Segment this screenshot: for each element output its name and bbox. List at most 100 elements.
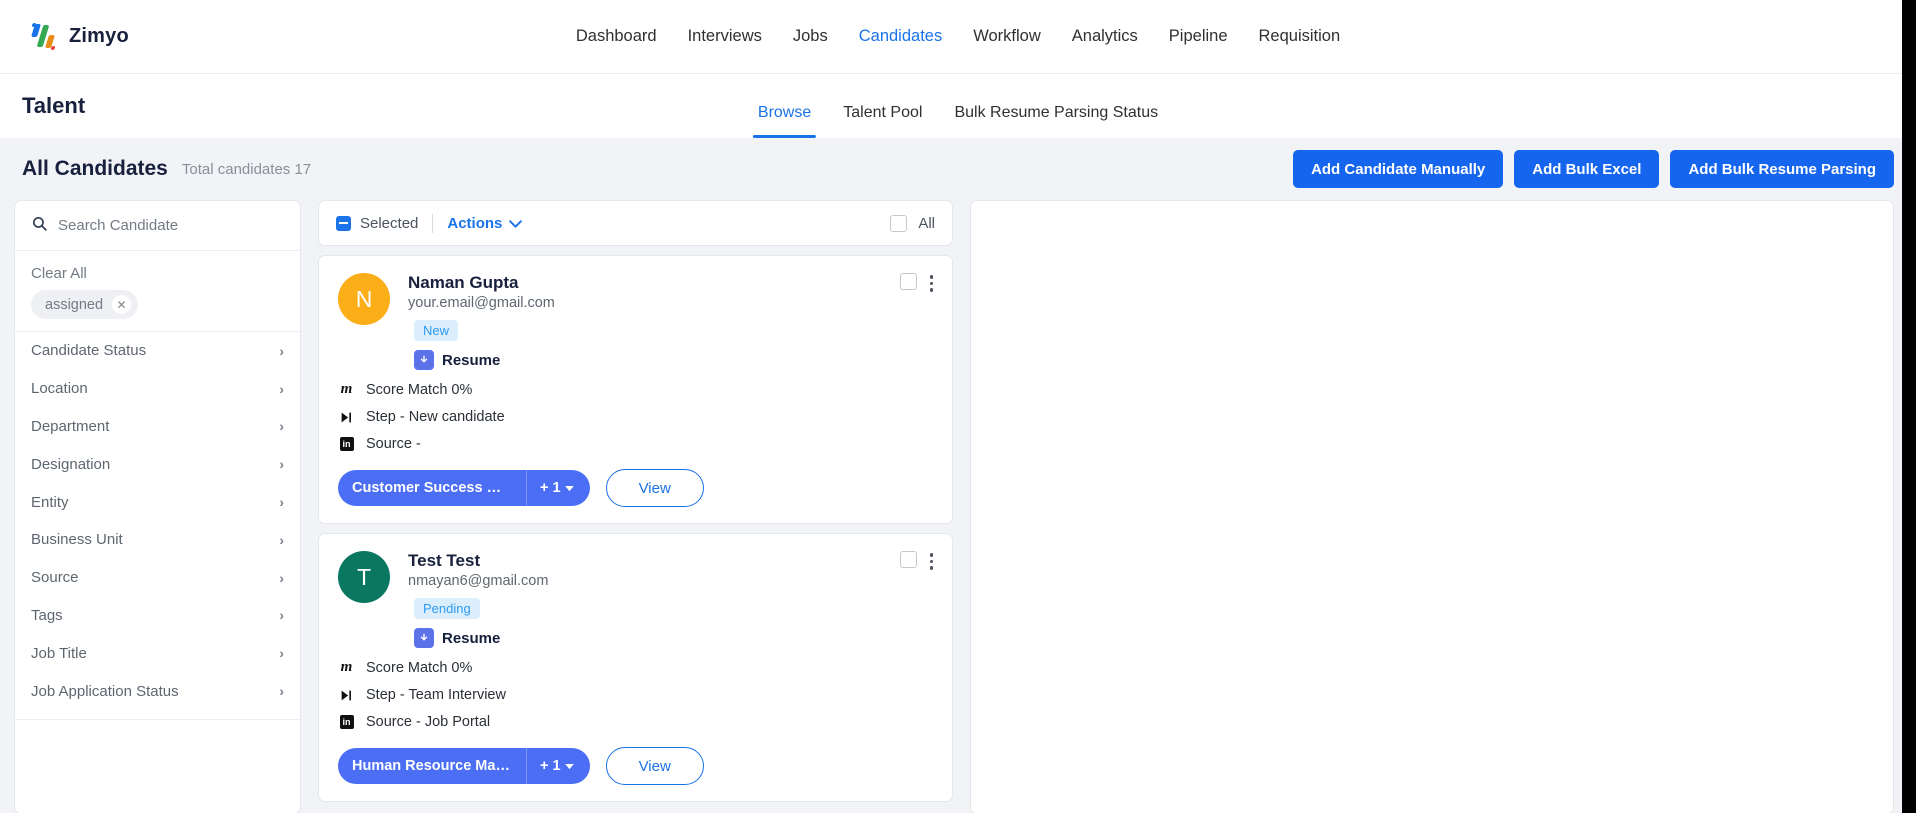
sidebar-filter-business-unit[interactable]: Business Unit › [15,521,300,559]
candidate-detail-panel [970,200,1894,813]
tab-browse[interactable]: Browse [752,104,817,138]
step-text: Step - New candidate [366,409,505,425]
card-header: N Naman Gupta your.email@gmail.com New R… [338,273,933,370]
chevron-right-icon: › [279,380,284,397]
filter-label: Source [31,569,79,587]
main-nav: Dashboard Interviews Jobs Candidates Wor… [576,27,1340,46]
job-tag-more-label: + 1 [540,480,561,496]
chevron-right-icon: › [279,342,284,359]
add-candidate-manually-button[interactable]: Add Candidate Manually [1293,150,1504,188]
sidebar-filter-tags[interactable]: Tags › [15,597,300,635]
chevron-right-icon: › [279,418,284,435]
more-options-icon[interactable] [929,551,933,570]
nav-item-requisition[interactable]: Requisition [1259,27,1341,46]
sub-navigation-bar: Talent Browse Talent Pool Bulk Resume Pa… [0,73,1916,138]
status-badge: New [414,320,459,341]
score-match-icon: m [340,381,353,397]
candidate-email: nmayan6@gmail.com [408,573,549,589]
source-text: Source - [366,436,421,452]
nav-item-analytics[interactable]: Analytics [1072,27,1138,46]
actions-dropdown[interactable]: Actions [447,215,523,232]
job-tag-more[interactable]: + 1 [526,470,590,506]
source-row: in Source - [338,436,933,452]
chevron-right-icon: › [279,683,284,700]
add-bulk-resume-parsing-button[interactable]: Add Bulk Resume Parsing [1670,150,1894,188]
select-all-checkbox[interactable] [890,214,908,232]
sidebar-filter-source[interactable]: Source › [15,559,300,597]
chevron-down-icon [509,215,523,232]
candidate-name: Test Test [408,551,481,570]
selected-label: Selected [360,214,419,232]
close-icon[interactable]: ✕ [112,295,132,314]
tab-talent-pool[interactable]: Talent Pool [843,104,922,138]
candidates-header: All Candidates Total candidates 17 Add C… [0,138,1916,200]
total-candidates-count: Total candidates 17 [181,160,312,178]
download-icon [414,628,434,648]
brand-name: Zimyo [69,25,129,47]
job-tag-pill[interactable]: Human Resource Manage... + 1 [338,748,590,784]
resume-download-link[interactable]: Resume [414,350,555,370]
step-icon [338,411,355,424]
job-tag-label[interactable]: Customer Success Manag... [338,470,526,506]
job-tag-more[interactable]: + 1 [526,748,590,784]
select-all-label: All [918,214,935,232]
score-match-text: Score Match 0% [366,381,473,398]
filter-chip-assigned[interactable]: assigned ✕ [31,290,139,319]
candidate-checkbox[interactable] [899,551,917,568]
more-options-icon[interactable] [929,273,933,292]
active-filter-chips: assigned ✕ [15,290,300,331]
nav-item-pipeline[interactable]: Pipeline [1169,27,1228,46]
main-content: Clear All assigned ✕ Candidate Status › … [0,200,1916,813]
job-tag-label[interactable]: Human Resource Manage... [338,748,526,784]
chevron-right-icon: › [279,645,284,662]
view-button[interactable]: View [605,469,704,507]
tab-bulk-resume-parsing-status[interactable]: Bulk Resume Parsing Status [954,104,1158,138]
sidebar-filter-department[interactable]: Department › [15,408,300,446]
card-footer: Customer Success Manag... + 1 View [338,469,933,507]
candidate-checkbox[interactable] [899,273,917,290]
sidebar-filter-candidate-status[interactable]: Candidate Status › [15,332,300,370]
download-icon [414,350,434,370]
view-button[interactable]: View [605,747,704,785]
score-match-row: m Score Match 0% [338,659,933,676]
job-tag-pill[interactable]: Customer Success Manag... + 1 [338,470,590,506]
all-candidates-title: All Candidates [22,157,168,180]
candidate-info: Naman Gupta your.email@gmail.com New Res… [408,273,555,370]
filters-sidebar: Clear All assigned ✕ Candidate Status › … [14,200,301,813]
nav-item-candidates[interactable]: Candidates [859,27,942,46]
search-input[interactable] [58,217,284,234]
chevron-right-icon: › [279,494,284,511]
nav-item-workflow[interactable]: Workflow [973,27,1041,46]
step-row: Step - Team Interview [338,687,933,703]
add-bulk-excel-button[interactable]: Add Bulk Excel [1514,150,1660,188]
candidate-card[interactable]: N Naman Gupta your.email@gmail.com New R… [318,255,953,524]
nav-item-interviews[interactable]: Interviews [688,27,762,46]
sidebar-filter-designation[interactable]: Designation › [15,445,300,483]
brand-logo[interactable]: Zimyo [0,22,129,51]
selected-checkbox[interactable] [336,215,351,231]
clear-all-button[interactable]: Clear All [15,251,300,290]
score-match-icon: m [340,659,353,675]
list-toolbar: Selected Actions All [318,200,953,246]
divider [15,718,300,720]
candidate-card[interactable]: T Test Test nmayan6@gmail.com Pending Re… [318,533,953,802]
search-row [15,201,300,251]
chevron-right-icon: › [279,456,284,473]
filter-label: Tags [31,606,63,624]
chevron-right-icon: › [279,569,284,586]
sidebar-filter-job-application-status[interactable]: Job Application Status › [15,672,300,710]
resume-download-link[interactable]: Resume [414,628,548,648]
sidebar-filter-location[interactable]: Location › [15,370,300,408]
sidebar-filter-entity[interactable]: Entity › [15,483,300,521]
card-controls [899,273,933,370]
card-header: T Test Test nmayan6@gmail.com Pending Re… [338,551,933,648]
avatar: T [338,551,390,603]
nav-item-dashboard[interactable]: Dashboard [576,27,657,46]
filter-label: Business Unit [31,531,123,549]
caret-down-icon [564,480,574,496]
nav-item-jobs[interactable]: Jobs [793,27,828,46]
candidate-email: your.email@gmail.com [408,295,555,311]
filter-label: Location [31,380,88,398]
sidebar-filter-job-title[interactable]: Job Title › [15,634,300,672]
caret-down-icon [564,758,574,774]
